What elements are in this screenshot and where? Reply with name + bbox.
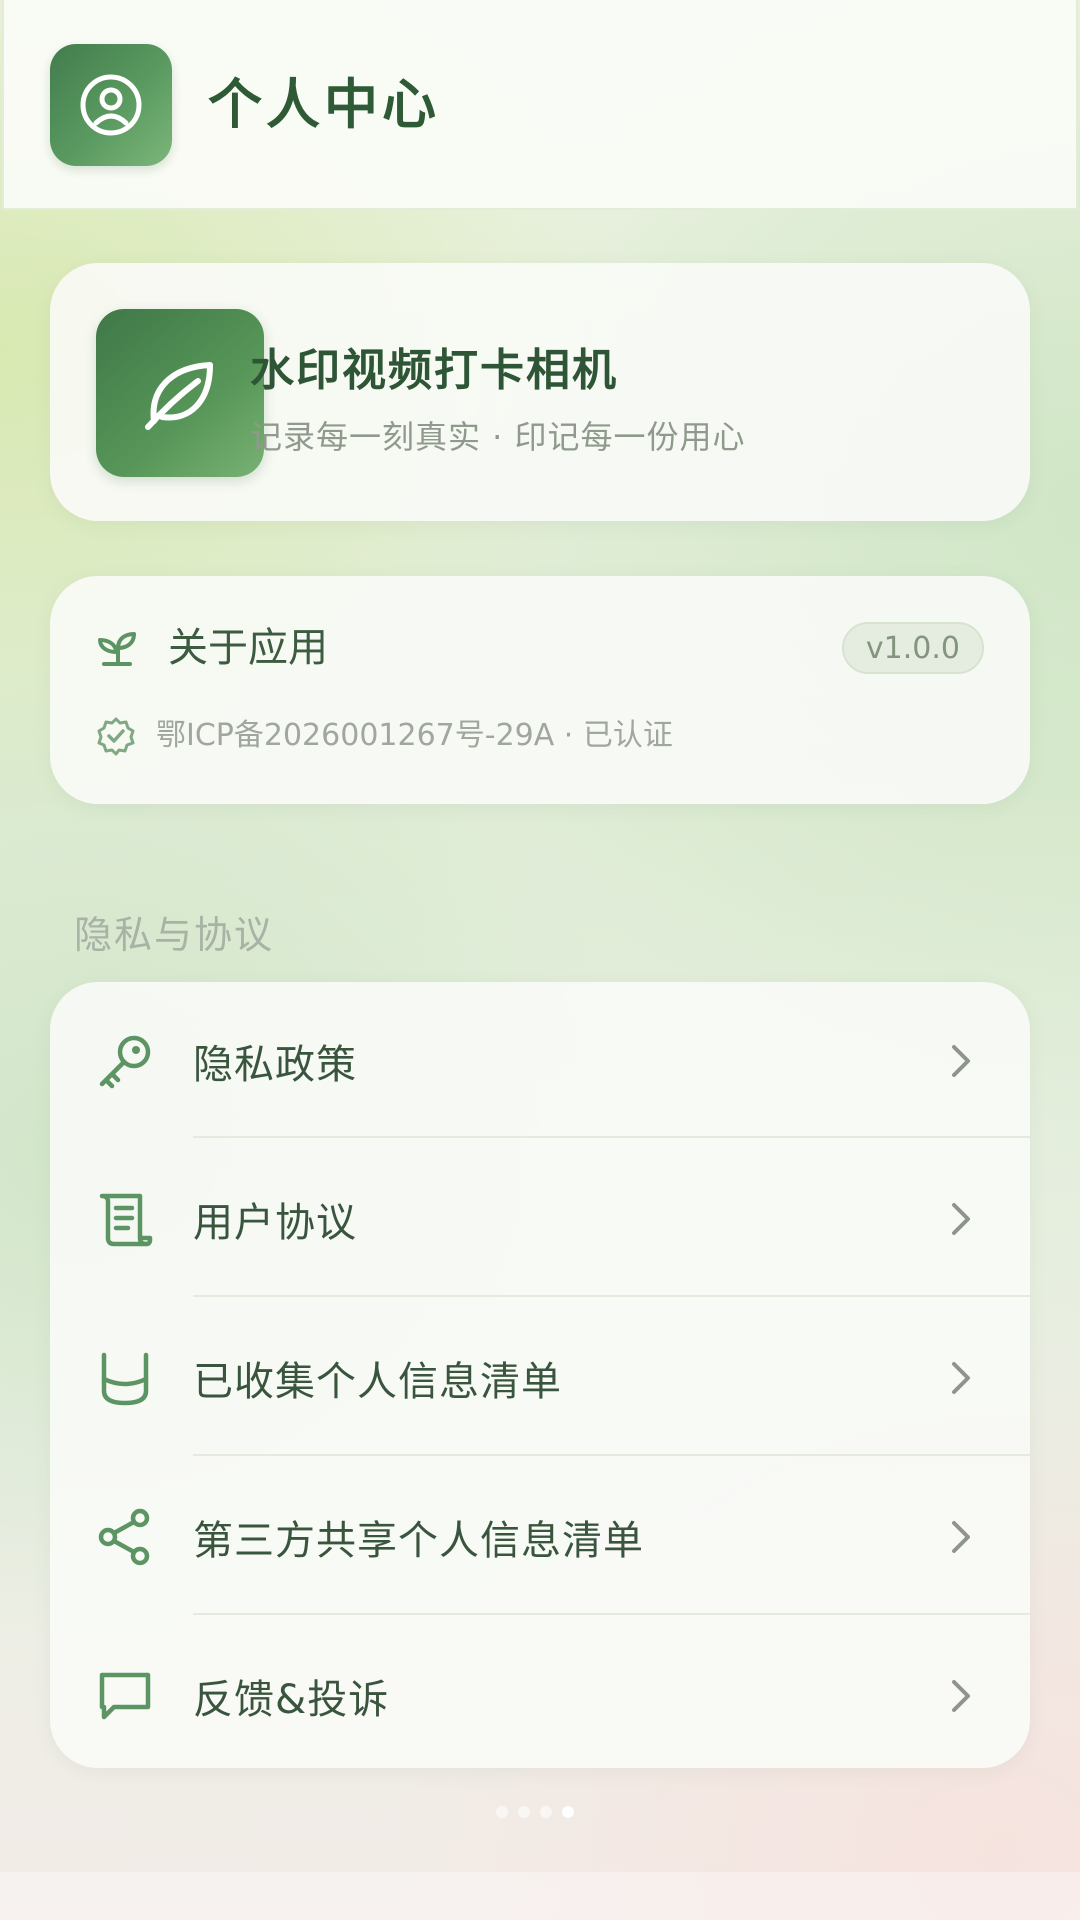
- chevron-right-icon: [952, 1680, 970, 1712]
- about-card[interactable]: 关于应用 v1.0.0 鄂ICP备2026001267号-29A · 已认证: [50, 576, 1030, 804]
- about-label: 关于应用: [168, 625, 328, 671]
- page-indicator: [496, 1806, 574, 1818]
- sprout-icon: [98, 632, 136, 666]
- chevron-right-icon: [952, 1362, 970, 1394]
- divider: [193, 1136, 1030, 1138]
- container-icon: [96, 1349, 154, 1407]
- menu-item-collected-info[interactable]: 已收集个人信息清单: [50, 1299, 1030, 1457]
- menu-item-user-agreement[interactable]: 用户协议: [50, 1140, 1030, 1298]
- menu-label: 用户协议: [193, 1200, 357, 1246]
- menu-label: 第三方共享个人信息清单: [193, 1518, 644, 1564]
- privacy-menu-card: 隐私政策 用户协议 已收集个人信息清单 第三方共享个人信息清单 反馈&投诉: [50, 982, 1030, 1768]
- chevron-right-icon: [952, 1045, 970, 1077]
- bottom-bar: [0, 1872, 1080, 1920]
- leaf-icon: [96, 309, 264, 477]
- chevron-right-icon: [952, 1203, 970, 1235]
- message-icon: [96, 1667, 154, 1725]
- page-title: 个人中心: [208, 73, 440, 136]
- app-slogan: 记录每一刻真实 · 印记每一份用心: [250, 418, 746, 456]
- share-icon: [96, 1508, 154, 1566]
- check-badge-icon: [97, 717, 135, 756]
- section-title-privacy: 隐私与协议: [74, 913, 275, 957]
- app-name: 水印视频打卡相机: [250, 345, 618, 396]
- icp-record-text: 鄂ICP备2026001267号-29A · 已认证: [156, 718, 673, 753]
- version-badge: v1.0.0: [841, 622, 984, 674]
- user-circle-icon[interactable]: [50, 44, 172, 166]
- chevron-right-icon: [952, 1521, 970, 1553]
- divider: [193, 1454, 1030, 1456]
- menu-label: 隐私政策: [193, 1042, 357, 1088]
- menu-item-third-party-sharing[interactable]: 第三方共享个人信息清单: [50, 1458, 1030, 1616]
- key-icon: [96, 1032, 154, 1090]
- menu-label: 反馈&投诉: [193, 1677, 390, 1723]
- page-dot-active[interactable]: [562, 1806, 574, 1818]
- page-dot[interactable]: [496, 1806, 508, 1818]
- menu-label: 已收集个人信息清单: [193, 1359, 562, 1405]
- top-header: 个人中心: [2, 0, 1078, 210]
- divider: [193, 1613, 1030, 1615]
- scroll-icon: [96, 1190, 154, 1248]
- menu-item-feedback[interactable]: 反馈&投诉: [50, 1617, 1030, 1768]
- menu-item-privacy-policy[interactable]: 隐私政策: [50, 982, 1030, 1140]
- page-dot[interactable]: [540, 1806, 552, 1818]
- divider: [193, 1295, 1030, 1297]
- page-dot[interactable]: [518, 1806, 530, 1818]
